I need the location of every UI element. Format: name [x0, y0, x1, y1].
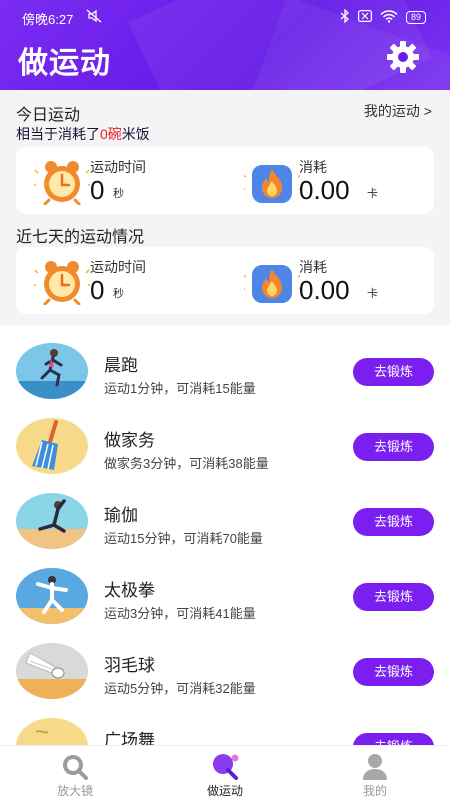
user-icon	[360, 752, 390, 780]
dance-image	[16, 718, 88, 745]
tab-label: 做运动	[206, 784, 243, 798]
status-time: 傍晚6:27	[22, 12, 74, 27]
go-exercise-button[interactable]: 去锻炼	[353, 733, 434, 745]
bluetooth-icon	[340, 8, 350, 26]
exercise-name: 广场舞	[104, 731, 155, 745]
exercise-list: 晨跑 运动1分钟，可消耗15能量 去锻炼 做家务 做家务3分钟，可消耗38能量 …	[0, 325, 450, 745]
time-unit: 秒	[113, 188, 124, 200]
go-exercise-button[interactable]: 去锻炼	[353, 508, 434, 536]
exercise-name: 瑜伽	[104, 506, 138, 525]
equiv-prefix: 相当于消耗了	[16, 126, 100, 142]
exercise-desc: 做家务3分钟，可消耗38能量	[104, 456, 269, 471]
ping-pong-icon	[210, 752, 240, 780]
list-item-morning-run: 晨跑 运动1分钟，可消耗15能量 去锻炼	[0, 341, 450, 416]
go-exercise-button[interactable]: 去锻炼	[353, 358, 434, 386]
mute-icon	[86, 9, 102, 26]
flame-icon	[242, 259, 302, 305]
list-item-badminton: 羽毛球 运动5分钟，可消耗32能量 去锻炼	[0, 641, 450, 716]
tab-exercise[interactable]: 做运动	[150, 746, 300, 800]
alarm-clock-icon	[33, 259, 91, 306]
exercise-desc: 运动3分钟，可消耗41能量	[104, 606, 256, 621]
exercise-desc: 运动5分钟，可消耗32能量	[104, 681, 256, 696]
page-title: 做运动	[18, 47, 111, 80]
calorie-value: 0.00	[299, 175, 350, 205]
calorie-value: 0.00	[299, 275, 350, 305]
week-heading: 近七天的运动情况	[16, 229, 145, 246]
week-stats-card: 运动时间 0 秒 消耗 0.00 卡	[16, 247, 434, 314]
time-value: 0	[90, 275, 105, 305]
sim-icon	[357, 10, 372, 25]
status-bar: 傍晚6:27 89	[0, 0, 450, 34]
go-exercise-button[interactable]: 去锻炼	[353, 583, 434, 611]
calorie-unit: 卡	[367, 188, 378, 200]
today-stats-card: 运动时间 0 秒 消耗 0.00 卡	[16, 147, 434, 214]
tab-mine[interactable]: 我的	[300, 746, 450, 800]
today-heading: 今日运动	[16, 107, 81, 124]
equiv-count: 0碗	[100, 126, 122, 142]
status-icons: 89	[340, 8, 426, 26]
exercise-desc: 运动1分钟，可消耗15能量	[104, 381, 256, 396]
exercise-name: 羽毛球	[104, 656, 155, 675]
exercise-name: 做家务	[104, 431, 155, 450]
running-image	[16, 343, 88, 399]
taichi-image	[16, 568, 88, 624]
exercise-name: 晨跑	[104, 356, 138, 375]
exercise-desc: 运动15分钟，可消耗70能量	[104, 531, 263, 546]
equiv-suffix: 米饭	[121, 126, 150, 142]
calorie-label: 消耗	[299, 259, 327, 275]
broom-image	[16, 418, 88, 474]
my-sport-link[interactable]: 我的运动 >	[364, 101, 432, 121]
battery-icon: 89	[405, 11, 426, 24]
go-exercise-button[interactable]: 去锻炼	[353, 658, 434, 686]
time-unit: 秒	[113, 288, 124, 300]
list-item-taichi: 太极拳 运动3分钟，可消耗41能量 去锻炼	[0, 566, 450, 641]
go-exercise-button[interactable]: 去锻炼	[353, 433, 434, 461]
wifi-icon	[380, 9, 398, 26]
calorie-equivalent: 相当于消耗了0碗米饭	[16, 124, 150, 144]
shuttlecock-image	[16, 643, 88, 699]
list-item-square-dance: 广场舞 去锻炼	[0, 716, 450, 745]
time-label: 运动时间	[90, 159, 146, 175]
list-item-yoga: 瑜伽 运动15分钟，可消耗70能量 去锻炼	[0, 491, 450, 566]
alarm-clock-icon	[33, 159, 91, 206]
bottom-tab-bar: 放大镜 做运动 我的	[0, 745, 450, 800]
magnifier-icon	[60, 752, 90, 780]
yoga-image	[16, 493, 88, 549]
tab-label: 放大镜	[56, 784, 93, 798]
time-label: 运动时间	[90, 259, 146, 275]
flame-icon	[242, 159, 302, 205]
tab-magnifier[interactable]: 放大镜	[0, 746, 150, 800]
calorie-label: 消耗	[299, 159, 327, 175]
calorie-unit: 卡	[367, 288, 378, 300]
list-item-housework: 做家务 做家务3分钟，可消耗38能量 去锻炼	[0, 416, 450, 491]
settings-gear-icon[interactable]	[384, 38, 422, 76]
time-value: 0	[90, 175, 105, 205]
exercise-name: 太极拳	[104, 581, 155, 600]
tab-label: 我的	[362, 784, 387, 798]
